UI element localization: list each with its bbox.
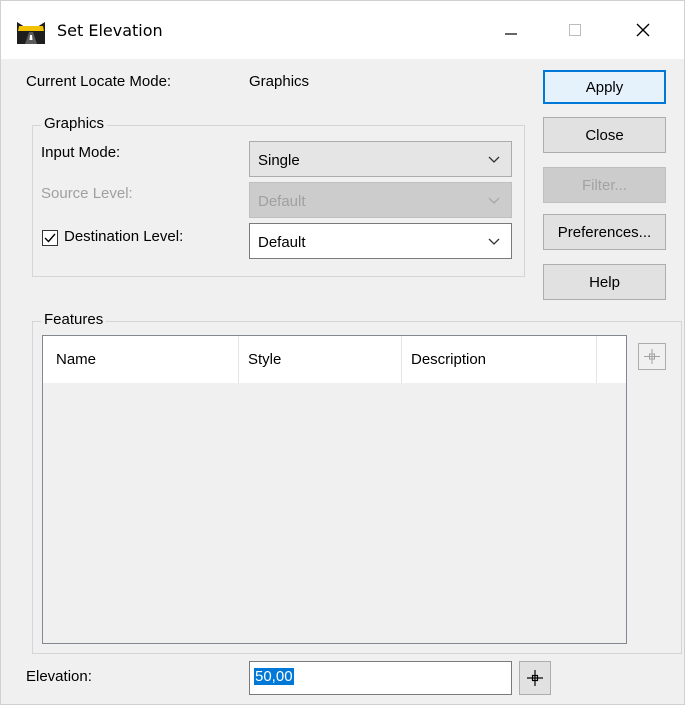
features-group-legend: Features <box>41 311 107 328</box>
input-mode-label: Input Mode: <box>41 144 121 161</box>
minimize-button[interactable] <box>483 1 539 59</box>
input-mode-dropdown[interactable]: Single <box>249 141 512 177</box>
preferences-button[interactable]: Preferences... <box>543 214 666 250</box>
checkmark-icon <box>44 233 56 243</box>
feature-pick-button <box>638 343 666 370</box>
column-header-description[interactable]: Description <box>411 351 486 368</box>
column-separator[interactable] <box>401 336 402 383</box>
maximize-button <box>547 1 603 59</box>
apply-button[interactable]: Apply <box>543 70 666 104</box>
chevron-down-icon <box>488 156 500 163</box>
destination-level-dropdown[interactable]: Default <box>249 223 512 259</box>
features-list-header: Name Style Description <box>43 336 626 383</box>
destination-level-label[interactable]: Destination Level: <box>64 228 183 245</box>
column-separator[interactable] <box>238 336 239 383</box>
column-header-style[interactable]: Style <box>248 351 281 368</box>
destination-level-value: Default <box>258 234 306 251</box>
source-level-label: Source Level: <box>41 185 133 202</box>
features-list-body[interactable] <box>43 383 626 643</box>
elevation-label: Elevation: <box>26 668 92 685</box>
column-separator[interactable] <box>596 336 597 383</box>
road-icon <box>17 22 45 44</box>
set-elevation-dialog: Set Elevation Current Locate Mode: Graph… <box>0 0 685 705</box>
window-title: Set Elevation <box>57 21 163 40</box>
input-mode-value: Single <box>258 152 300 169</box>
column-header-name[interactable]: Name <box>56 351 96 368</box>
close-button[interactable]: Close <box>543 117 666 153</box>
help-button[interactable]: Help <box>543 264 666 300</box>
locate-mode-value: Graphics <box>249 73 310 90</box>
filter-button: Filter... <box>543 167 666 203</box>
elevation-value: 50,00 <box>254 668 294 685</box>
source-level-value: Default <box>258 193 306 210</box>
title-bar[interactable]: Set Elevation <box>1 1 684 59</box>
graphics-group-legend: Graphics <box>41 115 108 132</box>
features-list[interactable]: Name Style Description <box>42 335 627 644</box>
minimize-icon <box>505 33 517 35</box>
maximize-icon <box>569 24 581 36</box>
close-icon <box>636 23 650 37</box>
locate-mode-label: Current Locate Mode: <box>26 73 172 90</box>
destination-level-checkbox[interactable] <box>42 230 58 246</box>
elevation-pick-button[interactable] <box>519 661 551 695</box>
close-window-button[interactable] <box>615 1 671 59</box>
chevron-down-icon <box>488 197 500 204</box>
elevation-input[interactable]: 50,00 <box>249 661 512 695</box>
crosshair-icon <box>527 670 543 686</box>
crosshair-icon <box>644 349 660 364</box>
source-level-dropdown: Default <box>249 182 512 218</box>
chevron-down-icon <box>488 238 500 245</box>
